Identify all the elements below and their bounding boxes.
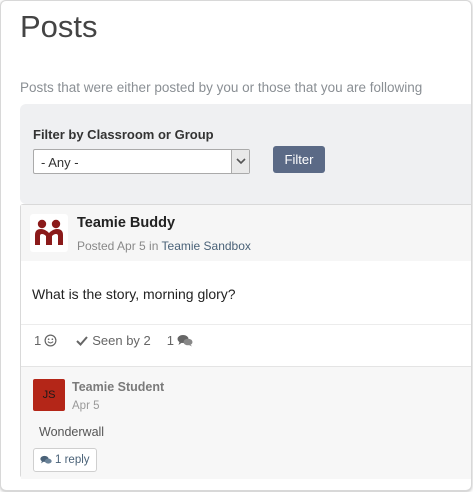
- comment-author[interactable]: Teamie Student: [72, 380, 164, 394]
- post-meta: Posted Apr 5 in Teamie Sandbox: [77, 239, 251, 253]
- post-author[interactable]: Teamie Buddy: [77, 215, 175, 231]
- post-body: What is the story, morning glory?: [32, 286, 236, 302]
- like-count: 1: [34, 333, 42, 348]
- app-window: Posts Posts that were either posted by y…: [0, 0, 472, 491]
- seen-stat[interactable]: Seen by 2: [73, 333, 151, 348]
- select-value: - Any -: [41, 155, 79, 170]
- post-card: Teamie Buddy Posted Apr 5 in Teamie Sand…: [20, 204, 471, 479]
- reply-label: 1 reply: [55, 454, 90, 466]
- comment-count: 1: [166, 333, 175, 348]
- smiley-icon: [44, 334, 57, 347]
- comment-area: JS Teamie Student Apr 5 Wonderwall 1 rep…: [21, 366, 471, 479]
- post-stats: 1 Seen by 2 1: [34, 333, 209, 348]
- filter-label: Filter by Classroom or Group: [33, 127, 214, 142]
- comments-stat[interactable]: 1: [167, 333, 193, 348]
- reply-button[interactable]: 1 reply: [33, 448, 97, 472]
- chevron-down-icon[interactable]: [231, 150, 249, 173]
- check-icon: [76, 336, 88, 346]
- posted-date: Posted Apr 5 in: [77, 239, 162, 253]
- avatar[interactable]: JS: [33, 379, 65, 411]
- like-stat[interactable]: 1: [34, 333, 57, 348]
- comment-date: Apr 5: [72, 400, 100, 412]
- seen-by-label: Seen by 2: [92, 333, 151, 348]
- classroom-link[interactable]: Teamie Sandbox: [162, 239, 251, 253]
- divider: [21, 324, 471, 325]
- post-header: Teamie Buddy Posted Apr 5 in Teamie Sand…: [21, 205, 471, 261]
- classroom-select[interactable]: - Any -: [33, 149, 250, 174]
- comment-text: Wonderwall: [39, 425, 105, 439]
- page-title: Posts: [20, 9, 98, 44]
- comments-icon: [177, 335, 193, 347]
- teamie-logo: [30, 214, 68, 252]
- filter-button[interactable]: Filter: [273, 146, 325, 173]
- comments-icon: [40, 455, 52, 464]
- page-subtitle: Posts that were either posted by you or …: [20, 80, 423, 95]
- filter-panel: Filter by Classroom or Group - Any - Fil…: [20, 104, 471, 204]
